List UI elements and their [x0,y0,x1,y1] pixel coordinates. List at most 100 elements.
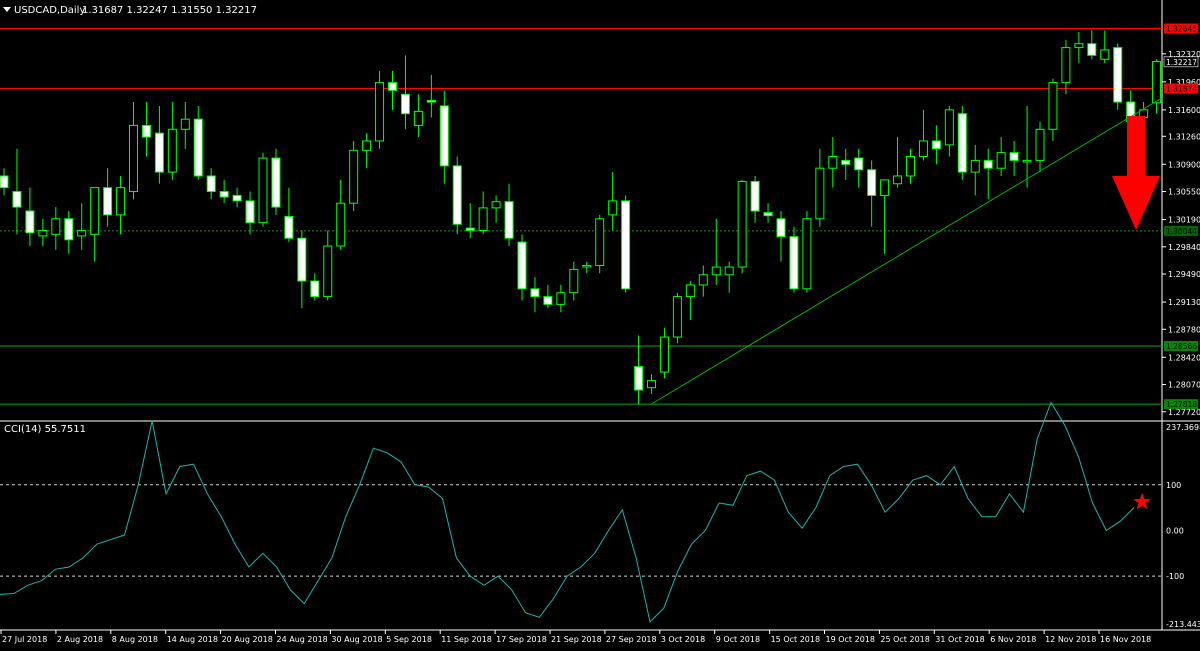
candle-body-bullish [724,266,734,276]
price-tick-label: 1.29840 [1168,243,1200,252]
price-tick-label: 1.30550 [1168,188,1200,197]
candle-body-bearish [854,157,864,171]
candle-body-bullish [685,284,695,298]
candle-body-bullish [970,159,980,173]
candle-body-bullish [375,82,385,142]
candle-body-bullish [582,264,592,268]
price-tag-label: 1.31874 [1166,85,1197,94]
candle-body-bearish [219,191,229,198]
cci-tick-label: -100 [1166,572,1184,581]
candle-body-bullish [608,200,618,216]
candle-body-bearish [154,132,164,173]
date-tick-label: 2 Aug 2018 [57,635,103,644]
date-tick-label: 6 Nov 2018 [990,635,1036,644]
chart-canvas: 1.323201.319601.316001.312601.309001.305… [0,0,1200,647]
candle-body-bullish [167,128,177,173]
candle-body-bullish [698,274,708,286]
date-tick-label: 20 Aug 2018 [222,635,273,644]
candle-body-bullish [90,187,100,235]
date-tick-label: 12 Nov 2018 [1045,635,1096,644]
cci-tick-label: 100 [1166,481,1181,490]
candle-body-bullish [336,202,346,247]
candle-body-bearish [284,215,294,239]
candle-body-bearish [504,201,514,239]
price-tag-label: 1.28566 [1166,342,1197,351]
cci-label: CCI(14) 55.7511 [4,424,86,435]
candle-body-bullish [672,296,682,338]
candle-body-bullish [1035,128,1045,161]
date-tick-label: 21 Sep 2018 [551,635,602,644]
date-tick-label: 15 Oct 2018 [771,635,820,644]
candle-body-bullish [362,140,372,151]
candle-body-bullish [1022,159,1032,163]
candle-body-bullish [906,156,915,177]
candle-body-bearish [25,210,35,234]
candle-body-bearish [867,169,877,196]
candle-body-bearish [271,157,281,208]
date-tick-label: 24 Aug 2018 [277,635,328,644]
candle-body-bearish [297,237,307,282]
candle-body-bearish [465,227,475,231]
candle-body-bearish [789,236,799,290]
candle-body-bullish [323,245,333,298]
date-tick-label: 30 Aug 2018 [331,635,382,644]
candle-body-bearish [763,212,773,217]
candle-body-bearish [310,280,320,298]
candle-body-bearish [206,175,216,193]
candle-body-bullish [815,167,825,220]
date-tick-label: 9 Oct 2018 [716,635,760,644]
candle-body-bullish [659,336,669,373]
candle-body-bullish [880,179,890,196]
candle-body-bearish [452,165,462,225]
price-tag-label: 1.30044 [1166,227,1197,236]
candle-body-bullish [711,266,721,276]
candle-body-bullish [258,157,268,224]
candle-body-bullish [38,229,48,237]
candle-body-bearish [193,118,203,177]
candle-body-bearish [957,113,967,173]
price-tag-label: 1.32645 [1166,25,1197,34]
cci-tick-label: 237.3698 [1166,423,1200,432]
price-tick-label: 1.28070 [1168,381,1200,390]
date-tick-label: 31 Oct 2018 [935,635,984,644]
candle-body-bearish [1009,152,1019,161]
price-axis: 1.323201.319601.316001.312601.309001.305… [1162,23,1200,417]
candle-body-bearish [634,366,644,391]
price-tick-label: 1.31260 [1168,132,1200,141]
candle-body-bearish [388,82,397,91]
candle-body-bullish [1048,82,1058,130]
candle-body-bearish [841,159,851,165]
candle-body-bullish [737,180,747,268]
symbol-label: USDCAD,Daily [14,5,85,16]
date-tick-label: 3 Oct 2018 [661,635,705,644]
candle-body-bearish [517,241,527,290]
candle-body-bullish [944,109,954,146]
candle-body-bearish [400,93,410,115]
candle-body-bullish [478,207,488,231]
candle-body-bearish [543,296,553,305]
candle-body-bearish [983,159,993,169]
date-tick-label: 8 Aug 2018 [112,635,158,644]
candle-body-bullish [1061,47,1071,84]
date-tick-label: 16 Nov 2018 [1100,635,1151,644]
candle-body-bullish [556,292,566,305]
candle-body-bearish [439,105,449,167]
price-tag-label: 1.32217 [1166,58,1197,67]
date-tick-label: 19 Oct 2018 [826,635,875,644]
candle-body-bearish [931,140,941,150]
date-tick-label: 27 Jul 2018 [2,635,47,644]
candle-body-bullish [828,156,838,169]
price-tick-label: 1.30190 [1168,216,1200,225]
candle-body-bullish [51,218,61,235]
price-tick-label: 1.28420 [1168,353,1200,362]
date-tick-label: 5 Sep 2018 [386,635,432,644]
candle-body-bullish [1074,43,1084,49]
price-tick-label: 1.29130 [1168,298,1200,307]
candle-body-bearish [12,191,22,208]
candle-body-bearish [64,218,74,241]
candle-body-bearish [141,124,151,138]
candle-body-bullish [918,140,928,158]
candle-body-bullish [129,124,138,193]
ohlc-readout: 1.31687 1.32247 1.31550 1.32217 [82,5,257,16]
candle-body-bullish [569,268,579,294]
